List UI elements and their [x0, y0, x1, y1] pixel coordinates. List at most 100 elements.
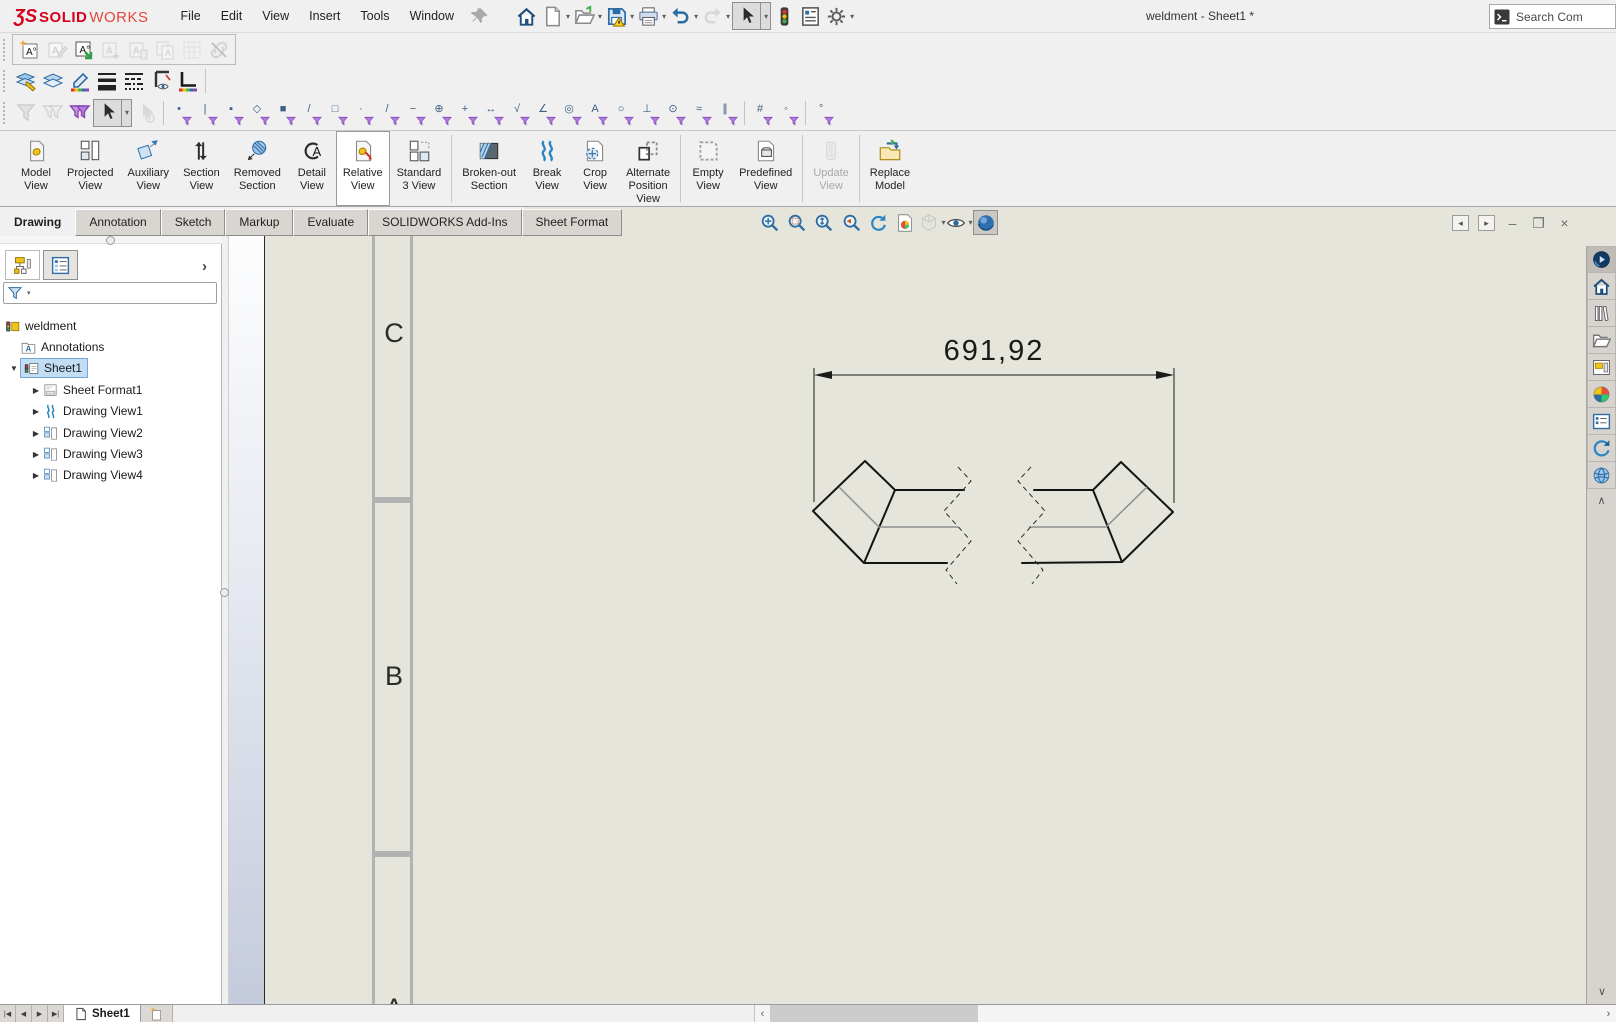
home-button[interactable]: [514, 2, 539, 30]
select-cursor-button[interactable]: ▾: [732, 2, 771, 30]
export-note-button[interactable]: A°: [70, 36, 97, 63]
redo-button[interactable]: ▾: [700, 2, 731, 30]
tab-annotation[interactable]: Annotation: [75, 209, 160, 236]
panel-expand-chevron[interactable]: ›: [202, 258, 207, 275]
filter-sketch-points-button[interactable]: ·: [350, 99, 376, 127]
tree-item-annotations[interactable]: AAnnotations: [8, 337, 104, 357]
projected-view-button[interactable]: Projected View: [60, 131, 120, 206]
add-note-button[interactable]: A: [97, 36, 124, 63]
tab-property-manager[interactable]: [43, 250, 78, 280]
break-line-right[interactable]: [1018, 467, 1045, 584]
standard-3-view-button[interactable]: Standard 3 View: [390, 131, 449, 206]
custom-properties-tab[interactable]: [1587, 408, 1616, 435]
tree-expander-icon[interactable]: ▶: [30, 429, 42, 438]
pane-scroll-left-button[interactable]: ◂: [1452, 215, 1469, 231]
dropdown-caret-icon[interactable]: ▾: [760, 3, 768, 29]
toolbar-grip[interactable]: [3, 102, 8, 124]
layer-properties-button[interactable]: [12, 67, 39, 94]
filter-blocks-button[interactable]: #: [749, 99, 775, 127]
previous-sheet-button[interactable]: ◀: [16, 1005, 32, 1022]
tree-expander-icon[interactable]: ▶: [30, 386, 42, 395]
filter-notes-button[interactable]: A: [584, 99, 610, 127]
menu-edit[interactable]: Edit: [211, 0, 253, 32]
zoom-in-out-button[interactable]: [811, 210, 836, 235]
tab-solidworks-add-ins[interactable]: SOLIDWORKS Add-Ins: [368, 209, 521, 236]
tree-expander-icon[interactable]: ▼: [8, 364, 20, 373]
auxiliary-view-button[interactable]: Auxiliary View: [120, 131, 176, 206]
tab-feature-manager-tree[interactable]: [5, 250, 40, 280]
tree-expander-icon[interactable]: ▶: [30, 450, 42, 459]
file-explorer-tab[interactable]: [1587, 327, 1616, 354]
filter-cosmetic-threads-button[interactable]: ∥: [714, 99, 740, 127]
clear-all-filters-button[interactable]: [66, 99, 93, 126]
refresh-tab[interactable]: [1587, 435, 1616, 462]
scroll-right-arrow[interactable]: ›: [1601, 1005, 1616, 1022]
view-palette-tab[interactable]: [1587, 354, 1616, 381]
copy-note-button[interactable]: A: [151, 36, 178, 63]
tab-evaluate[interactable]: Evaluate: [293, 209, 368, 236]
line-style-button[interactable]: [120, 67, 147, 94]
dimension-text[interactable]: 691,92: [944, 335, 1045, 367]
new-document-button[interactable]: ▾: [540, 2, 571, 30]
undo-button[interactable]: ▾: [668, 2, 699, 30]
design-library-tab[interactable]: [1587, 300, 1616, 327]
filter-surface-bodies-button[interactable]: ◇: [246, 99, 272, 127]
dropdown-caret-icon[interactable]: ▾: [850, 12, 854, 21]
tab-sheet-format[interactable]: Sheet Format: [522, 209, 623, 236]
filter-routing-points-button[interactable]: °: [810, 99, 836, 127]
appearances-tab[interactable]: [1587, 381, 1616, 408]
break-line-left[interactable]: [944, 467, 971, 584]
toolbar-grip[interactable]: [3, 39, 8, 61]
tab-drawing[interactable]: Drawing: [0, 209, 75, 236]
crop-view-button[interactable]: Crop View: [571, 131, 619, 206]
dropdown-caret-icon[interactable]: ▾: [566, 12, 570, 21]
note-properties-button[interactable]: A: [124, 36, 151, 63]
menu-window[interactable]: Window: [400, 0, 464, 32]
menu-insert[interactable]: Insert: [299, 0, 350, 32]
scroll-down-arrow[interactable]: ∨: [1598, 985, 1606, 998]
hide-show-edges-button[interactable]: [147, 67, 174, 94]
close-window-button[interactable]: ×: [1556, 215, 1573, 231]
dropdown-caret-icon[interactable]: ▾: [694, 12, 698, 21]
filter-dimensions-button[interactable]: ↔: [480, 99, 506, 127]
line-thickness-button[interactable]: [93, 67, 120, 94]
collapse-chevron-icon[interactable]: ∧: [1587, 494, 1616, 507]
filter-surface-finish-button[interactable]: √: [506, 99, 532, 127]
splitter-knob[interactable]: [106, 236, 115, 245]
restore-window-button[interactable]: ❐: [1530, 215, 1547, 231]
filter-vertices-button[interactable]: •: [168, 99, 194, 127]
select-cursor-button[interactable]: ▾: [93, 99, 132, 127]
home-tab[interactable]: [1587, 273, 1616, 300]
menu-file[interactable]: File: [171, 0, 211, 32]
section-view-button[interactable]: Section View: [176, 131, 227, 206]
filter-geometric-tolerances-button[interactable]: ◎: [558, 99, 584, 127]
filter-weld-symbols-button[interactable]: ∠: [532, 99, 558, 127]
pin-menu-icon[interactable]: [470, 6, 490, 26]
tree-item-drawing-view2[interactable]: ▶Drawing View2: [30, 423, 143, 443]
options-gear-button[interactable]: ▾: [824, 2, 855, 30]
filter-center-marks-button[interactable]: ⊕: [428, 99, 454, 127]
tree-item-drawing-view4[interactable]: ▶Drawing View4: [30, 465, 143, 485]
3d-drawing-view-button[interactable]: [892, 210, 917, 235]
dropdown-caret-icon[interactable]: ▾: [598, 12, 602, 21]
view-settings-button[interactable]: [973, 210, 998, 235]
toggle-selection-filters-button[interactable]: [12, 99, 39, 126]
zoom-to-fit-button[interactable]: [757, 210, 782, 235]
filter-edges-button[interactable]: |: [194, 99, 220, 127]
dropdown-caret-icon[interactable]: ▾: [630, 12, 634, 21]
dropdown-caret-icon[interactable]: ▾: [121, 100, 129, 126]
filter-stack-button[interactable]: [39, 99, 66, 126]
dropdown-caret-icon[interactable]: ▾: [969, 218, 973, 227]
save-button[interactable]: ▾: [604, 2, 635, 30]
minimize-window-button[interactable]: –: [1504, 215, 1521, 231]
tree-item-drawing-view3[interactable]: ▶Drawing View3: [30, 444, 143, 464]
next-sheet-button[interactable]: ▶: [32, 1005, 48, 1022]
rebuild-button[interactable]: [772, 2, 797, 30]
tree-item-sheet1[interactable]: ▼Sheet1: [8, 358, 88, 378]
layers-button[interactable]: [39, 67, 66, 94]
scrollbar-thumb[interactable]: [770, 1005, 978, 1022]
pane-scroll-right-button[interactable]: ▸: [1478, 215, 1495, 231]
open-button[interactable]: ▾: [572, 2, 603, 30]
graphics-area[interactable]: CBA 691,92: [229, 207, 1616, 1004]
line-color-button[interactable]: [66, 67, 93, 94]
